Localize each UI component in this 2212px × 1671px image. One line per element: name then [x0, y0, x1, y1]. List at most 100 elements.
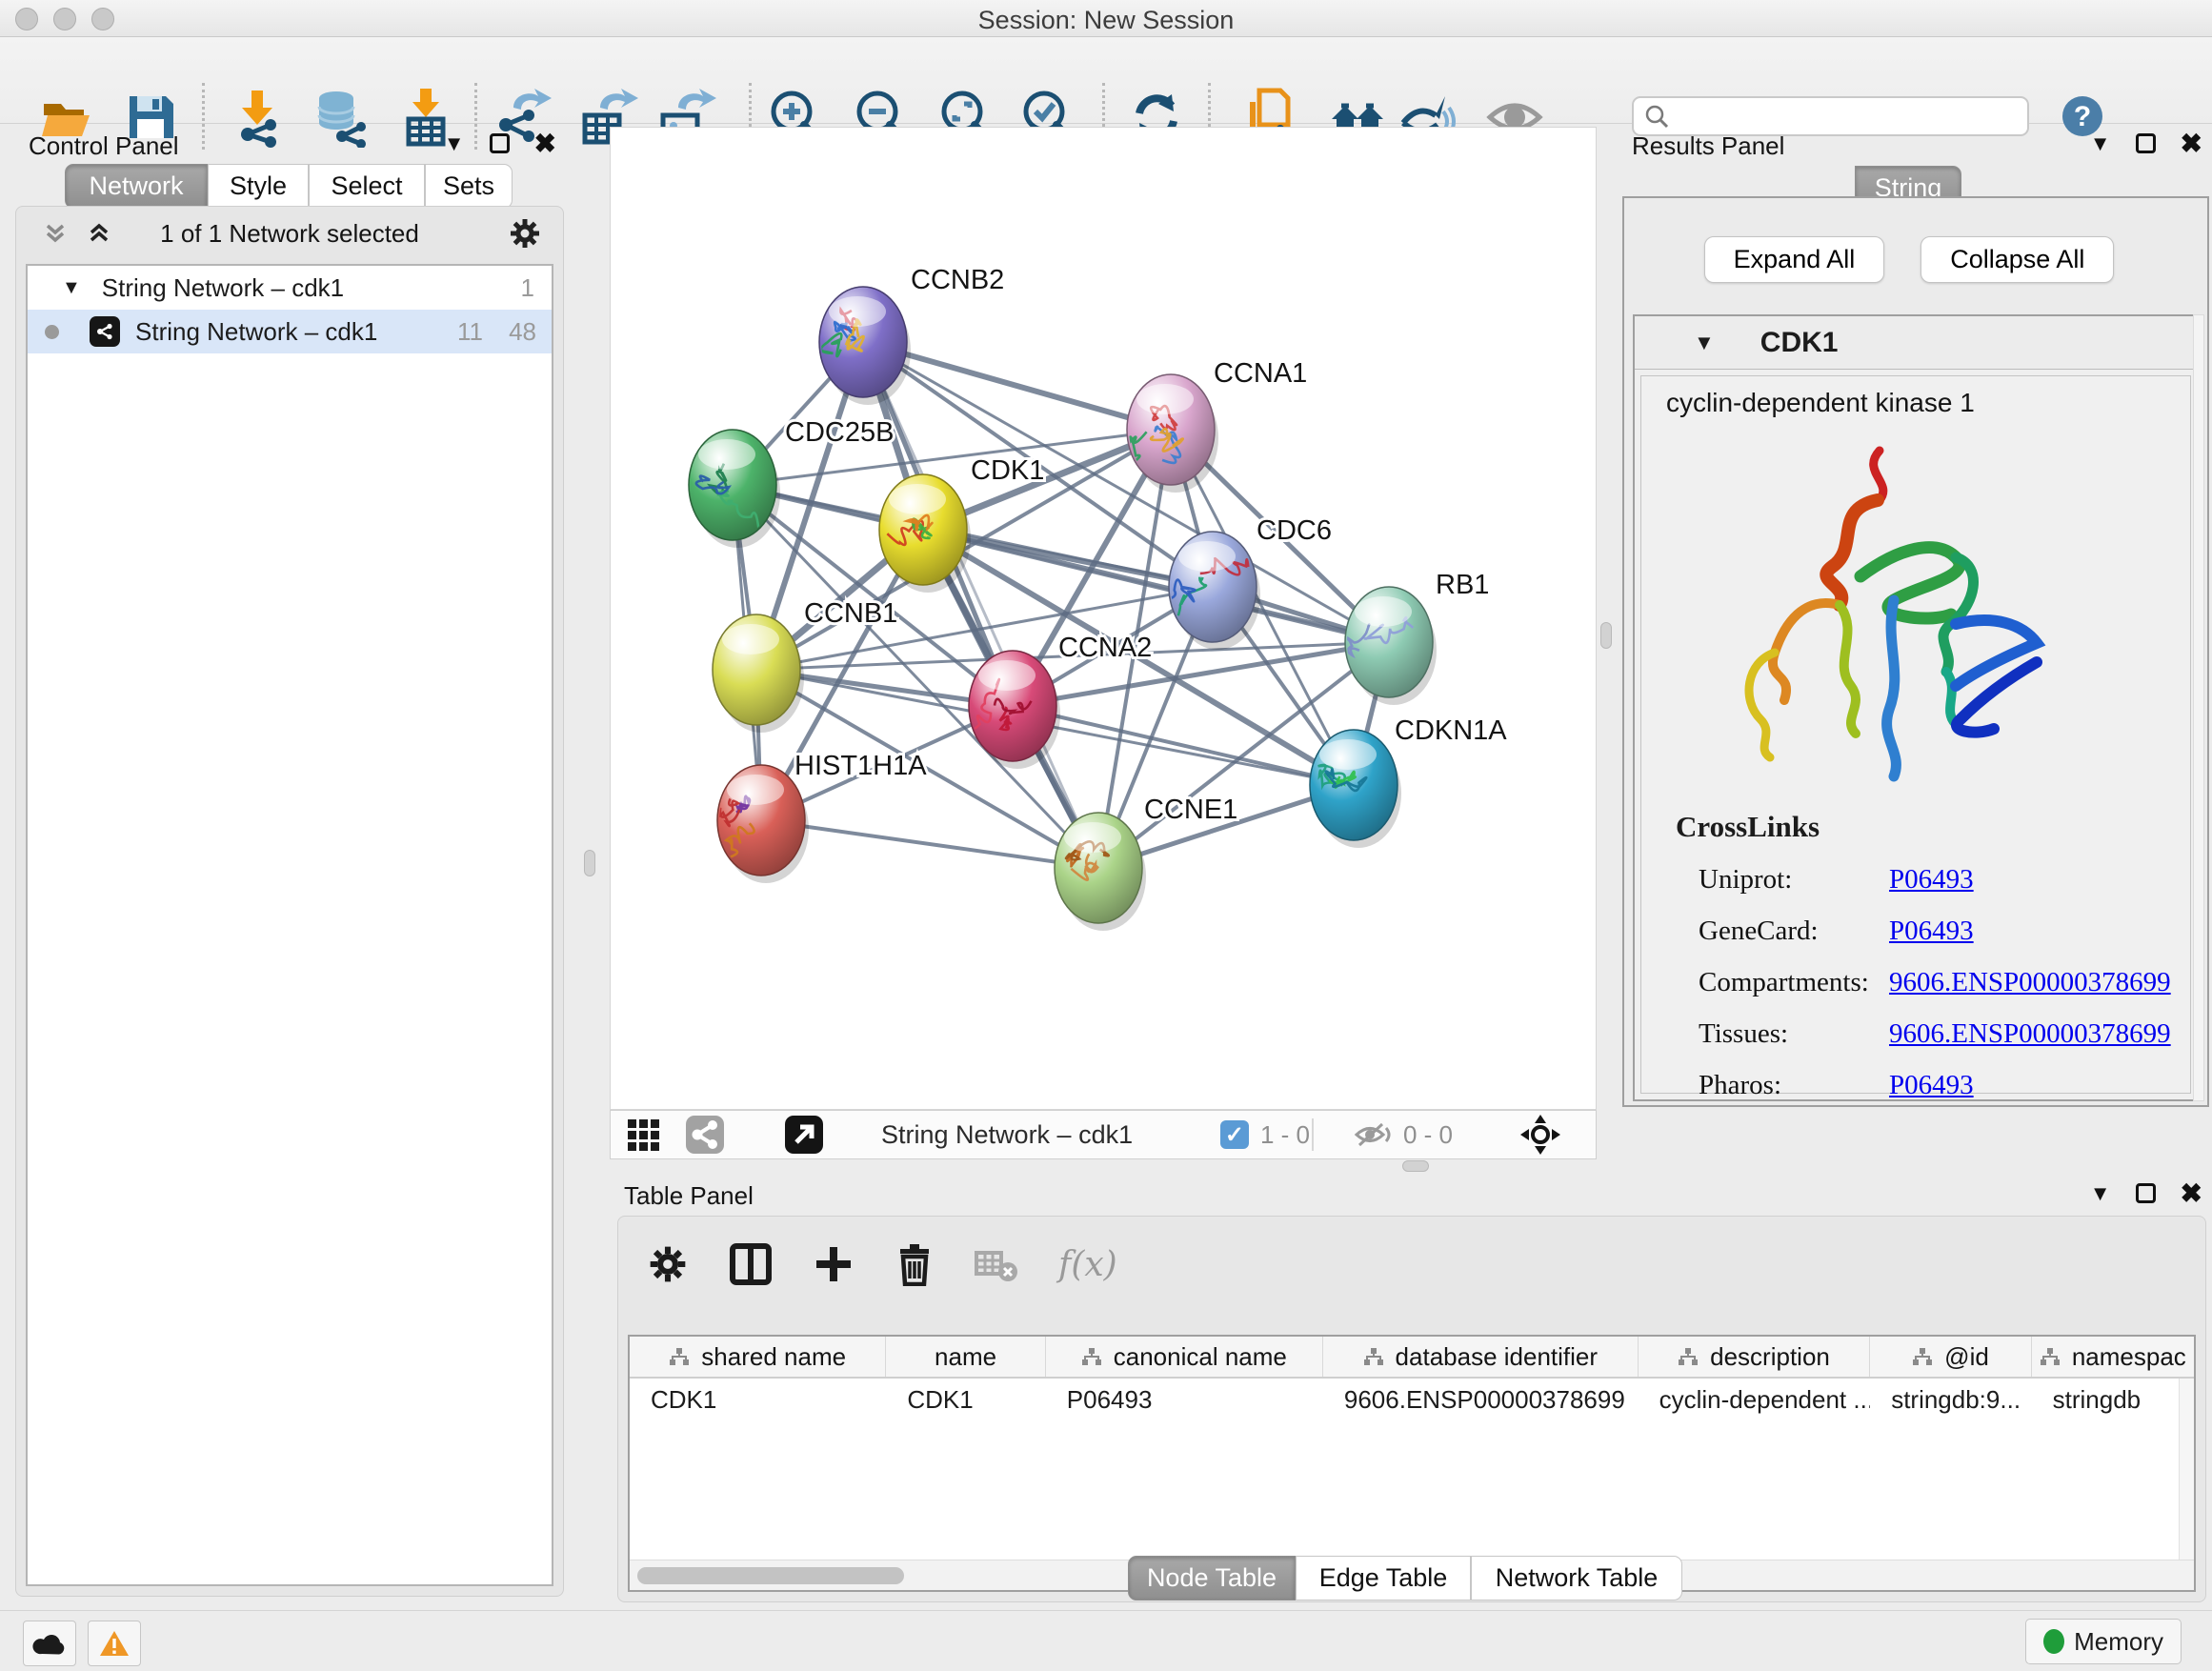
table-panel: Table Panel ▼ ✖ [610, 1174, 2212, 1610]
results-scrollbar[interactable] [2193, 314, 2204, 1101]
panel-menu-icon[interactable]: ▼ [444, 131, 465, 156]
open-in-new-window-icon[interactable] [784, 1115, 824, 1155]
table-options-gear-icon[interactable] [647, 1243, 689, 1285]
status-bar: Memory [0, 1610, 2212, 1671]
float-panel-icon[interactable] [2136, 133, 2156, 153]
table-tabs: Node Table Edge Table Network Table [1128, 1556, 1682, 1601]
warnings-button[interactable] [88, 1621, 141, 1666]
bottom-splitter-handle[interactable] [1402, 1160, 1429, 1172]
cloud-icon [32, 1631, 67, 1656]
tab-edge-table[interactable]: Edge Table [1296, 1556, 1471, 1601]
protein-section-header[interactable]: ▼ CDK1 [1635, 316, 2197, 370]
crosslink-row: Tissues:9606.ENSP00000378699 [1641, 1018, 2190, 1050]
right-splitter-handle[interactable] [1600, 622, 1612, 649]
left-splitter-handle[interactable] [584, 850, 595, 876]
panel-menu-icon[interactable]: ▼ [2090, 131, 2111, 156]
uniprot-link[interactable]: P06493 [1889, 864, 1974, 896]
float-panel-icon[interactable] [2136, 1183, 2156, 1203]
tissues-link[interactable]: 9606.ENSP00000378699 [1889, 1018, 2171, 1050]
close-panel-icon[interactable]: ✖ [2181, 1178, 2202, 1209]
protein-node[interactable] [879, 474, 971, 593]
string-results-box: Expand All Collapse All ▼ CDK1 cyclin-de… [1622, 196, 2209, 1107]
node-label: CDKN1A [1395, 715, 1507, 746]
tab-sets[interactable]: Sets [425, 164, 513, 209]
show-grid-icon[interactable] [626, 1116, 664, 1154]
tab-network-table[interactable]: Network Table [1471, 1556, 1682, 1601]
network-share-icon[interactable] [685, 1115, 725, 1155]
network-options-gear-icon[interactable] [508, 216, 542, 251]
main-toolbar: ? [0, 37, 2212, 124]
show-columns-icon[interactable] [729, 1242, 773, 1286]
hierarchy-icon [1363, 1347, 1384, 1366]
network-collection-row[interactable]: ▼ String Network – cdk1 1 [28, 266, 552, 310]
section-collapse-caret-icon[interactable]: ▼ [1694, 331, 1715, 355]
network-row[interactable]: String Network – cdk1 11 48 [28, 310, 552, 353]
hierarchy-icon [669, 1347, 690, 1366]
protein-node[interactable] [1120, 374, 1218, 493]
control-panel-tabs: Network Style Select Sets [65, 164, 513, 209]
protein-node[interactable] [1345, 587, 1437, 705]
pharos-link[interactable]: P06493 [1889, 1070, 1974, 1101]
network-manager-card: 1 of 1 Network selected ▼ String Network… [15, 206, 564, 1597]
memory-label: Memory [2074, 1627, 2163, 1657]
column-header-canonical-name[interactable]: canonical name [1046, 1337, 1323, 1377]
network-collection-label: String Network – cdk1 [102, 273, 344, 303]
network-canvas[interactable]: CCNB2CCNA1CDC25BCDK1CDC6RB1CCNB1CCNA2CDK… [610, 127, 1597, 1110]
table-row[interactable]: CDK1 CDK1 P06493 9606.ENSP00000378699 cy… [630, 1379, 2194, 1420]
tab-node-table[interactable]: Node Table [1128, 1556, 1296, 1601]
panel-menu-icon[interactable]: ▼ [2090, 1181, 2111, 1206]
node-table: shared name name canonical name database… [628, 1335, 2196, 1592]
close-panel-icon[interactable]: ✖ [534, 128, 556, 159]
protein-node[interactable] [717, 765, 809, 883]
network-view-toolbar: String Network – cdk1 ✓ 1 - 0 0 - 0 [610, 1110, 1597, 1159]
float-panel-icon[interactable] [490, 133, 510, 153]
current-network-dot-icon [45, 325, 59, 339]
tree-expand-caret-icon[interactable]: ▼ [62, 277, 81, 299]
protein-description: cyclin-dependent kinase 1 [1666, 388, 1975, 418]
table-panel-title: Table Panel [624, 1181, 754, 1211]
collapse-all-button[interactable]: Collapse All [1920, 236, 2114, 283]
column-header-id[interactable]: @id [1870, 1337, 2031, 1377]
memory-button[interactable]: Memory [2025, 1619, 2182, 1664]
expand-all-button[interactable]: Expand All [1704, 236, 1885, 283]
string-network-graph[interactable]: CCNB2CCNA1CDC25BCDK1CDC6RB1CCNB1CCNA2CDK… [611, 128, 1596, 1109]
compartments-link[interactable]: 9606.ENSP00000378699 [1889, 967, 2171, 998]
node-label: CCNA1 [1214, 358, 1307, 389]
add-column-icon[interactable] [813, 1243, 855, 1285]
crosslinks-title: CrossLinks [1676, 810, 2190, 844]
memory-status-dot-icon [2043, 1629, 2064, 1654]
column-header-shared-name[interactable]: shared name [630, 1337, 886, 1377]
protein-node[interactable] [967, 651, 1060, 769]
cloud-status-button[interactable] [23, 1621, 76, 1666]
results-panel: Results Panel ▼ ✖ String Expand All Coll… [1619, 124, 2212, 1115]
tab-style[interactable]: Style [208, 164, 309, 209]
column-header-description[interactable]: description [1639, 1337, 1871, 1377]
column-header-name[interactable]: name [886, 1337, 1045, 1377]
table-vertical-scrollbar[interactable] [2179, 1379, 2194, 1560]
close-panel-icon[interactable]: ✖ [2181, 128, 2202, 159]
selected-count-checkbox[interactable]: ✓ [1220, 1120, 1249, 1149]
network-tree: ▼ String Network – cdk1 1 String Network… [26, 264, 553, 1586]
crosslink-row: Pharos:P06493 [1641, 1070, 2190, 1101]
network-nodes: CCNB2CCNA1CDC25BCDK1CDC6RB1CCNB1CCNA2CDK… [689, 265, 1507, 931]
protein-node[interactable] [713, 614, 804, 733]
tab-select[interactable]: Select [309, 164, 425, 209]
column-header-namespace[interactable]: namespac [2032, 1337, 2194, 1377]
control-panel: Control Panel ▼ ✖ Network Style Select S… [8, 124, 570, 1602]
tab-network[interactable]: Network [65, 164, 208, 209]
protein-node[interactable] [1310, 730, 1401, 848]
protein-node[interactable] [1055, 813, 1146, 931]
genecard-link[interactable]: P06493 [1889, 916, 1974, 947]
delete-column-icon[interactable] [895, 1242, 935, 1286]
node-label: CCNA2 [1058, 633, 1152, 663]
warning-icon [98, 1629, 131, 1658]
crosslink-row: Uniprot:P06493 [1641, 864, 2190, 896]
results-panel-title: Results Panel [1632, 131, 1784, 161]
birdseye-navigator-icon[interactable] [1519, 1114, 1561, 1156]
scrollbar-thumb[interactable] [637, 1567, 904, 1584]
collection-count: 1 [521, 273, 534, 303]
crosslink-row: Compartments:9606.ENSP00000378699 [1641, 967, 2190, 998]
status-separator [1312, 1118, 1314, 1151]
column-header-database-identifier[interactable]: database identifier [1323, 1337, 1639, 1377]
protein-section: ▼ CDK1 cyclin-dependent kinase 1 [1633, 314, 2199, 1101]
